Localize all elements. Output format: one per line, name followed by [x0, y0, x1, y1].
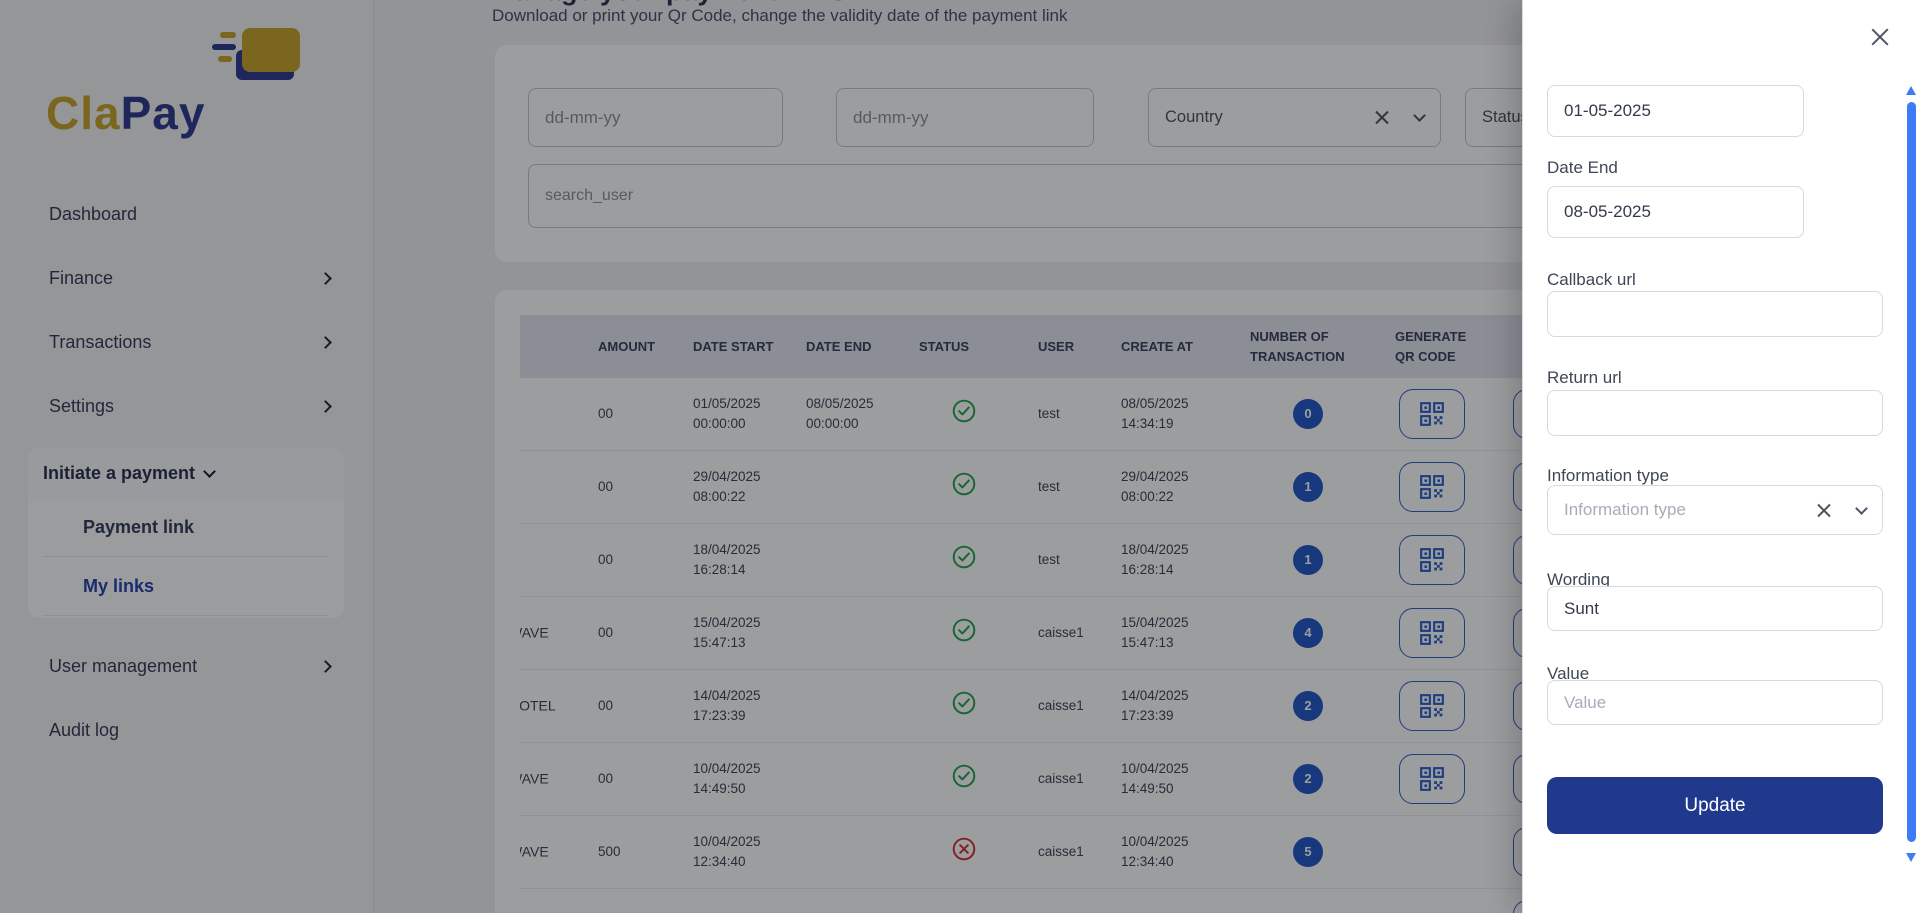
- update-button[interactable]: Update: [1547, 777, 1883, 834]
- value-input[interactable]: [1547, 680, 1883, 725]
- close-icon[interactable]: [1871, 28, 1889, 46]
- scroll-up-arrow-icon[interactable]: [1906, 86, 1916, 95]
- clear-icon[interactable]: [1816, 503, 1831, 518]
- panel-date-end-input[interactable]: [1547, 186, 1804, 238]
- modal-dim-overlay[interactable]: [0, 0, 1522, 913]
- panel-date-start-input[interactable]: [1547, 85, 1804, 137]
- edit-payment-link-panel: Date End Callback url Return url Informa…: [1522, 0, 1919, 913]
- return-url-label: Return url: [1547, 368, 1622, 388]
- panel-scrollbar[interactable]: [1906, 86, 1917, 862]
- callback-url-input[interactable]: [1547, 291, 1883, 337]
- return-url-input[interactable]: [1547, 390, 1883, 436]
- chevron-down-icon[interactable]: [1855, 502, 1868, 515]
- information-type-label: Information type: [1547, 466, 1669, 486]
- scroll-down-arrow-icon[interactable]: [1906, 853, 1916, 862]
- callback-url-label: Callback url: [1547, 270, 1636, 290]
- information-type-select[interactable]: Information type: [1547, 485, 1883, 535]
- date-end-label: Date End: [1547, 158, 1618, 178]
- wording-input[interactable]: [1547, 586, 1883, 631]
- scrollbar-thumb[interactable]: [1907, 102, 1916, 842]
- app-root: ClaPay Dashboard Finance Transactions Se…: [0, 0, 1919, 913]
